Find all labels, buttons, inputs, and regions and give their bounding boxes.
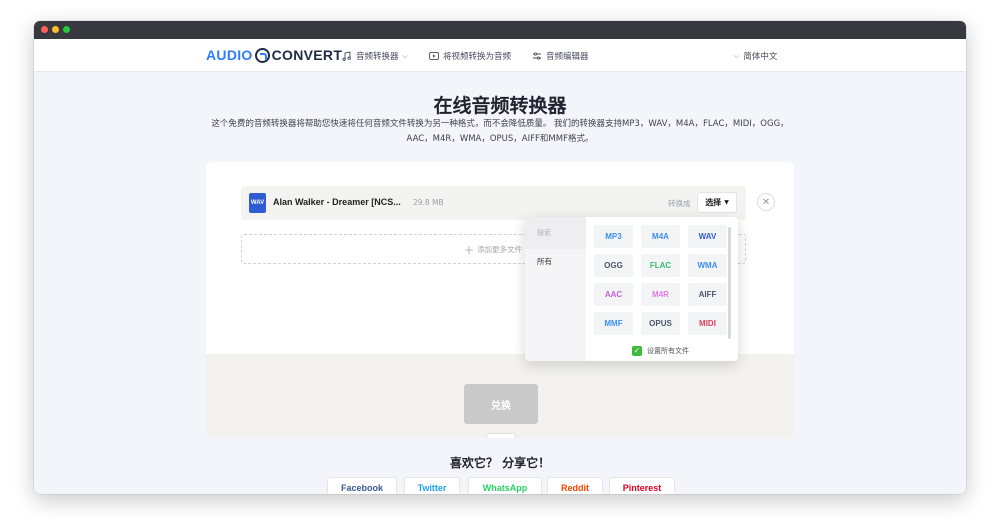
caret-down-icon: ▼ [724,199,729,206]
format-option-aiff[interactable]: AIFF [688,283,727,306]
close-window-button[interactable] [41,26,48,33]
nav-audio-editor[interactable]: 音频编辑器 [532,50,589,62]
logo-text-convert: CONVERT [271,47,343,63]
checkbox-checked-icon[interactable]: ✓ [632,346,642,356]
dropdown-scrollbar[interactable] [728,227,731,339]
format-search-input[interactable]: 搜索 [525,217,586,249]
nav-audio-converter[interactable]: 音频转换器 ⌵ [342,50,408,62]
format-dropdown: 搜索 所有 MP3 M4A WAV OGG FLAC WMA AAC M4R AIFF MMF OP… [525,217,738,361]
window-titlebar [34,21,966,39]
format-option-ogg[interactable]: OGG [594,254,633,277]
nav-audio-converter-label: 音频转换器 [356,52,399,62]
browser-window: AUDIO CONVERT 音频转换器 ⌵ 将视频转换为音频 音频编辑器 ⌵ 简… [34,21,966,494]
page-description: 这个免费的音频转换器将帮助您快速将任何音频文件转换为另一种格式，而不会降低质量。… [211,119,789,144]
language-label: 简体中文 [743,52,778,62]
convert-to-label: 转换成 [668,199,691,208]
format-option-opus[interactable]: OPUS [641,312,680,335]
format-option-wav[interactable]: WAV [688,225,727,248]
apply-all-files-option[interactable]: ✓ 设置所有文件 [632,346,689,356]
maximize-window-button[interactable] [63,26,70,33]
format-option-m4r[interactable]: M4R [641,283,680,306]
remove-file-button[interactable]: ✕ [757,193,775,211]
format-option-mmf[interactable]: MMF [594,312,633,335]
file-name: Alan Walker - Dreamer [NCS... [273,197,401,207]
category-all[interactable]: 所有 [537,256,552,267]
nav-video-to-audio[interactable]: 将视频转换为音频 [429,50,511,62]
format-select-label: 选择 [705,198,722,207]
convert-button[interactable]: 兑换 [464,384,538,424]
format-option-flac[interactable]: FLAC [641,254,680,277]
nav-audio-editor-label: 音频编辑器 [546,52,589,62]
minimize-window-button[interactable] [52,26,59,33]
logo-text-audio: AUDIO [206,47,253,63]
file-size: 29.8 MB [413,198,444,207]
share-twitter-button[interactable]: Twitter [404,477,460,494]
chevron-down-icon: ⌵ [734,51,740,60]
share-title: 喜欢它？ 分享它！ [449,456,551,470]
format-option-mp3[interactable]: MP3 [594,225,633,248]
format-category-panel: 搜索 所有 [525,217,586,361]
add-more-text: 添加更多文件 [477,245,523,254]
share-whatsapp-button[interactable]: WhatsApp [468,477,542,494]
share-reddit-button[interactable]: Reddit [547,477,603,494]
format-option-wma[interactable]: WMA [688,254,727,277]
share-facebook-button[interactable]: Facebook [327,477,397,494]
wav-file-icon: WAV [249,193,266,213]
site-logo[interactable]: AUDIO CONVERT [206,47,342,63]
cancel-button[interactable]: 取消 [486,433,516,438]
plus-icon: + [464,242,475,257]
format-select-button[interactable]: 选择 ▼ [697,192,737,213]
share-pinterest-button[interactable]: Pinterest [609,477,675,494]
add-more-files-label: + 添加更多文件 [464,242,523,257]
close-icon: ✕ [761,196,771,208]
play-icon [429,52,439,60]
nav-video-to-audio-label: 将视频转换为音频 [443,52,512,62]
file-row: WAV Alan Walker - Dreamer [NCS... 29.8 M… [241,186,746,220]
apply-all-files-label: 设置所有文件 [647,347,689,355]
top-navigation: AUDIO CONVERT 音频转换器 ⌵ 将视频转换为音频 音频编辑器 ⌵ 简… [34,39,966,72]
format-option-aac[interactable]: AAC [594,283,633,306]
chevron-down-icon: ⌵ [402,51,408,60]
format-option-m4a[interactable]: M4A [641,225,680,248]
logo-icon [254,47,270,63]
page-title: 在线音频转换器 [433,95,567,117]
language-selector[interactable]: ⌵ 简体中文 [734,50,778,63]
music-note-icon [342,51,351,61]
sliders-icon [533,52,541,60]
format-option-midi[interactable]: MIDI [688,312,727,335]
